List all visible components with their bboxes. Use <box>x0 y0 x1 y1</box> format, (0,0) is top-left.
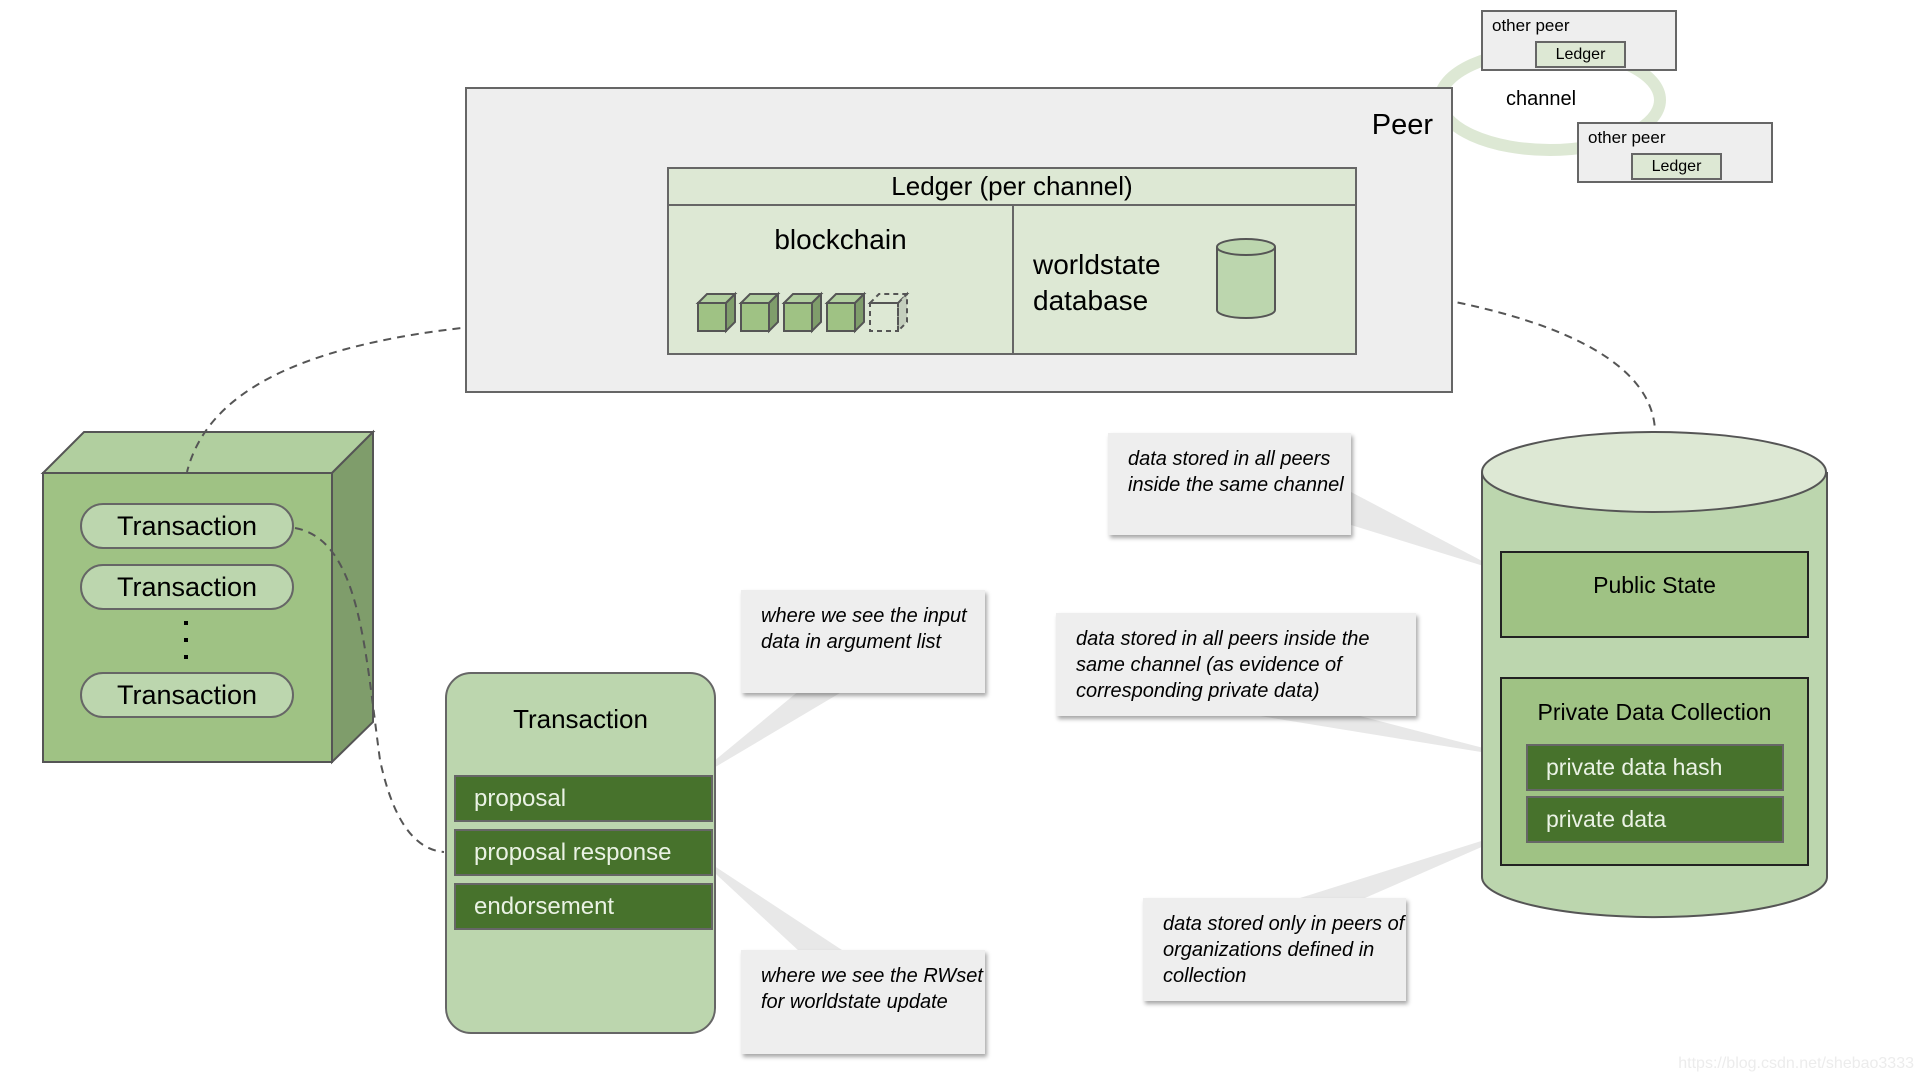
callout-proposal-response: where we see the RWset for worldstate up… <box>741 950 985 1054</box>
block-transaction-3: Transaction <box>80 672 294 718</box>
channel-label: channel <box>1506 88 1577 110</box>
callout-private-data: data stored only in peers of organizatio… <box>1143 898 1406 1001</box>
callout-private-hash: data stored in all peers inside the same… <box>1056 613 1416 716</box>
block-icon <box>695 291 738 334</box>
public-state-box: Public State <box>1500 551 1809 638</box>
blockchain-blocks <box>695 291 910 334</box>
ellipsis-dots <box>183 620 191 666</box>
other-peer-ledger: Ledger <box>1631 153 1722 180</box>
block-icon <box>738 291 781 334</box>
pdc-row-private-data: private data <box>1526 796 1784 843</box>
other-peer-name: other peer <box>1492 16 1570 35</box>
tx-row-proposal: proposal <box>454 775 713 822</box>
callout-public-state: data stored in all peers inside the same… <box>1108 433 1351 535</box>
transaction-detail-card: Transaction proposal proposal response e… <box>445 672 716 1034</box>
other-peer-ledger: Ledger <box>1535 41 1626 68</box>
pdc-title: Private Data Collection <box>1537 699 1772 725</box>
pdc-row-private-data-hash: private data hash <box>1526 744 1784 791</box>
other-peer-1: other peer Ledger <box>1481 10 1677 71</box>
block-icon <box>824 291 867 334</box>
other-peer-name: other peer <box>1588 128 1666 147</box>
block-transaction-2: Transaction <box>80 564 294 610</box>
callout-proposal: where we see the input data in argument … <box>741 590 985 693</box>
watermark: https://blog.csdn.net/shebao3333 <box>1678 1055 1914 1072</box>
other-peer-2: other peer Ledger <box>1577 122 1773 183</box>
block-icon <box>781 291 824 334</box>
transaction-detail-title: Transaction <box>513 704 648 734</box>
private-data-collection-box: Private Data Collection private data has… <box>1500 677 1809 866</box>
pending-block-icon <box>867 291 910 334</box>
worldstate-db-icon <box>1216 238 1276 319</box>
tx-row-endorsement: endorsement <box>454 883 713 930</box>
block-transaction-1: Transaction <box>80 503 294 549</box>
tx-row-proposal-response: proposal response <box>454 829 713 876</box>
